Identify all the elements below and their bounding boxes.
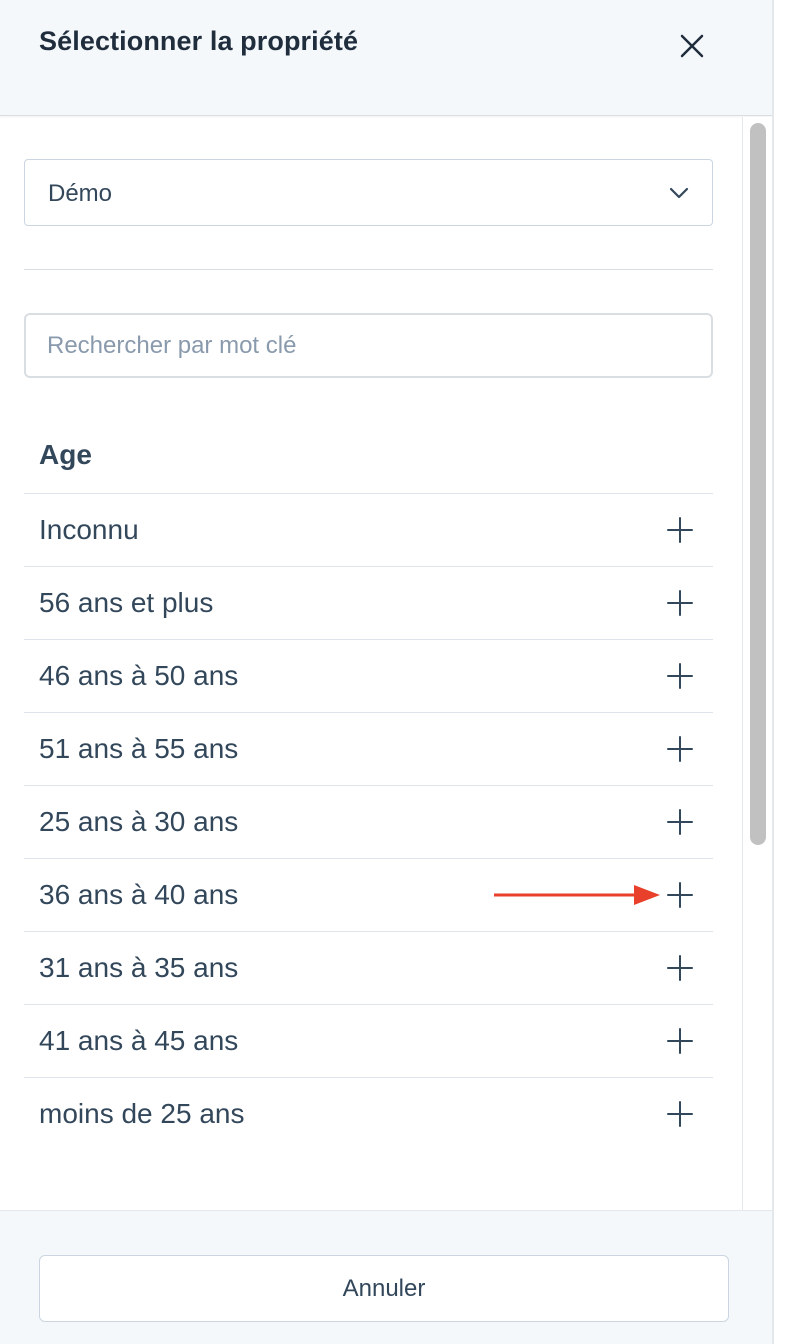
panel-body: Démo Age Inconnu 56 ans et plus 46 ans à 5… — [0, 117, 742, 1210]
plus-icon — [667, 809, 693, 835]
plus-icon — [667, 882, 693, 908]
add-item-button[interactable] — [667, 736, 693, 762]
annotation-arrow-icon — [494, 885, 660, 905]
panel-footer: Annuler — [0, 1210, 772, 1344]
scrollbar-thumb[interactable] — [750, 123, 766, 845]
list-item[interactable]: 51 ans à 55 ans — [24, 712, 713, 785]
list-item[interactable]: Inconnu — [24, 493, 713, 566]
plus-icon — [667, 663, 693, 689]
list-item-label: moins de 25 ans — [39, 1098, 245, 1129]
add-item-button[interactable] — [667, 517, 693, 543]
list-item[interactable]: 56 ans et plus — [24, 566, 713, 639]
chevron-down-icon — [669, 187, 689, 199]
panel-title: Sélectionner la propriété — [39, 26, 359, 56]
close-icon — [680, 34, 704, 58]
add-item-button[interactable] — [667, 1101, 693, 1127]
plus-icon — [667, 517, 693, 543]
property-selector-panel: Sélectionner la propriété Démo Age Incon… — [0, 0, 772, 1344]
section-divider — [24, 269, 713, 270]
list-item-label: Inconnu — [39, 514, 139, 545]
close-button[interactable] — [672, 26, 712, 66]
plus-icon — [667, 1101, 693, 1127]
list-item[interactable]: 25 ans à 30 ans — [24, 785, 713, 858]
add-item-button[interactable] — [667, 809, 693, 835]
property-type-select[interactable]: Démo — [24, 159, 713, 226]
plus-icon — [667, 736, 693, 762]
plus-icon — [667, 1028, 693, 1054]
page-background — [774, 0, 790, 1344]
add-item-button[interactable] — [667, 955, 693, 981]
list-item[interactable]: 46 ans à 50 ans — [24, 639, 713, 712]
list-item-label: 46 ans à 50 ans — [39, 660, 239, 691]
list-item-label: 31 ans à 35 ans — [39, 952, 239, 983]
list-item-label: 56 ans et plus — [39, 587, 214, 618]
add-item-button[interactable] — [667, 882, 693, 908]
add-item-button[interactable] — [667, 663, 693, 689]
select-value: Démo — [48, 180, 113, 207]
plus-icon — [667, 955, 693, 981]
list-item-label: 36 ans à 40 ans — [39, 879, 239, 910]
list-item-label: 41 ans à 45 ans — [39, 1025, 239, 1056]
list-item[interactable]: 41 ans à 45 ans — [24, 1004, 713, 1077]
add-item-button[interactable] — [667, 1028, 693, 1054]
list-item-label: 51 ans à 55 ans — [39, 733, 239, 764]
cancel-button[interactable]: Annuler — [39, 1255, 729, 1322]
property-list: Inconnu 56 ans et plus 46 ans à 50 ans 51 a… — [24, 493, 713, 1150]
add-item-button[interactable] — [667, 590, 693, 616]
search-input[interactable] — [24, 313, 713, 378]
group-title: Age — [39, 439, 92, 470]
list-item[interactable]: 31 ans à 35 ans — [24, 931, 713, 1004]
list-item[interactable]: moins de 25 ans — [24, 1077, 713, 1150]
list-item[interactable]: 36 ans à 40 ans — [24, 858, 713, 931]
list-item-label: 25 ans à 30 ans — [39, 806, 239, 837]
plus-icon — [667, 590, 693, 616]
panel-header: Sélectionner la propriété — [0, 0, 772, 116]
